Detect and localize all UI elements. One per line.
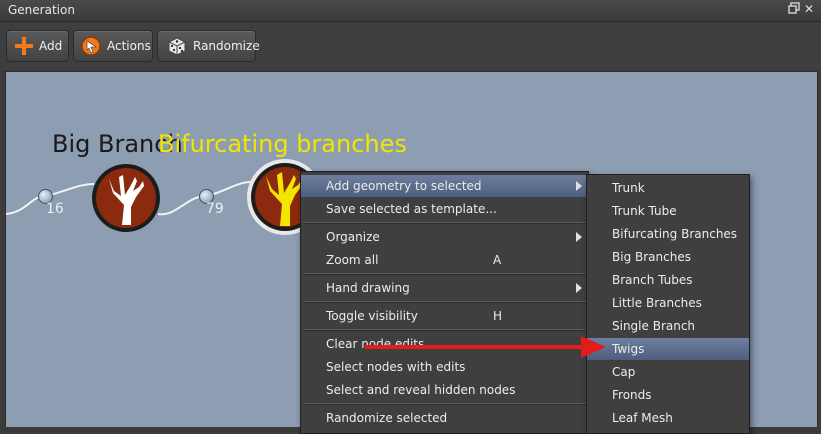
submenu-item-big-branches[interactable]: Big Branches [587, 246, 749, 268]
context-menu: Add geometry to selected Save selected a… [300, 171, 589, 434]
submenu-item-twigs[interactable]: Twigs [587, 338, 749, 360]
randomize-label: Randomize [193, 39, 260, 53]
actions-button[interactable]: Actions [73, 30, 153, 62]
menu-item-label: Organize [326, 230, 380, 244]
menu-item-organize[interactable]: Organize [301, 226, 588, 248]
submenu-arrow-icon [576, 283, 582, 293]
menu-item-label: Hand drawing [326, 281, 410, 295]
submenu-item-label: Bifurcating Branches [612, 227, 738, 241]
submenu-item-label: Single Branch [612, 319, 696, 333]
actions-icon [80, 35, 102, 57]
submenu-item-trunk-tube[interactable]: Trunk Tube [587, 200, 749, 222]
submenu-arrow-icon [576, 181, 582, 191]
menu-separator [303, 329, 586, 331]
menu-item-randomize-selected[interactable]: Randomize selected [301, 407, 588, 429]
submenu-item-label: Twigs [612, 342, 645, 356]
menu-item-clear-node-edits[interactable]: Clear node edits [301, 333, 588, 355]
geometry-submenu: Trunk Trunk Tube Bifurcating Branches Bi… [586, 174, 750, 434]
menu-item-select-reveal-hidden[interactable]: Select and reveal hidden nodes [301, 379, 588, 401]
menu-item-label: Randomize selected [326, 411, 448, 425]
submenu-item-little-branches[interactable]: Little Branches [587, 292, 749, 314]
node-seed-number: 16 [46, 201, 64, 217]
menu-item-label: Clear node edits [326, 337, 425, 351]
panel-title: Generation [8, 3, 75, 17]
submenu-item-leaf-mesh[interactable]: Leaf Mesh [587, 407, 749, 429]
menu-separator [303, 301, 586, 303]
plus-icon [13, 35, 35, 57]
submenu-item-single-branch[interactable]: Single Branch [587, 315, 749, 337]
menu-item-label: Toggle visibility [326, 309, 418, 323]
menu-item-label: Add geometry to selected [326, 179, 482, 193]
submenu-arrow-icon [576, 232, 582, 242]
menu-item-label: Select and reveal hidden nodes [326, 383, 516, 397]
dice-icon [166, 35, 188, 57]
toolbar: Add Actions Randomize [0, 22, 821, 70]
submenu-item-branch-tubes[interactable]: Branch Tubes [587, 269, 749, 291]
menu-item-shortcut: H [493, 309, 503, 323]
panel-title-bar: Generation ✕ [0, 0, 821, 22]
submenu-item-label: Fronds [612, 388, 652, 402]
menu-item-toggle-visibility[interactable]: Toggle visibility H [301, 305, 588, 327]
submenu-item-label: Little Branches [612, 296, 702, 310]
menu-item-label: Zoom all [326, 253, 379, 267]
add-label: Add [39, 39, 63, 53]
big-branch-node[interactable] [91, 163, 161, 233]
submenu-item-label: Trunk Tube [612, 204, 677, 218]
menu-item-save-template[interactable]: Save selected as template... [301, 198, 588, 220]
submenu-item-fronds[interactable]: Fronds [587, 384, 749, 406]
submenu-item-cap[interactable]: Cap [587, 361, 749, 383]
menu-item-select-nodes-with-edits[interactable]: Select nodes with edits [301, 356, 588, 378]
submenu-item-label: Branch Tubes [612, 273, 693, 287]
menu-item-zoom-all[interactable]: Zoom all A [301, 249, 588, 271]
close-icon[interactable]: ✕ [802, 2, 816, 16]
submenu-item-label: Cap [612, 365, 636, 379]
menu-separator [303, 403, 586, 405]
menu-item-add-geometry[interactable]: Add geometry to selected [301, 175, 588, 197]
menu-item-shortcut: A [493, 253, 502, 267]
submenu-item-bifurcating-branches[interactable]: Bifurcating Branches [587, 223, 749, 245]
add-button[interactable]: Add [6, 30, 69, 62]
submenu-item-label: Leaf Mesh [612, 411, 673, 425]
submenu-item-trunk[interactable]: Trunk [587, 177, 749, 199]
menu-item-hand-drawing[interactable]: Hand drawing [301, 277, 588, 299]
node-seed-number: 79 [206, 201, 224, 217]
submenu-item-label: Big Branches [612, 250, 691, 264]
menu-item-label: Save selected as template... [326, 202, 497, 216]
menu-separator [303, 222, 586, 224]
menu-item-label: Select nodes with edits [326, 360, 466, 374]
submenu-item-label: Trunk [612, 181, 645, 195]
randomize-button[interactable]: Randomize [157, 30, 260, 62]
node-title-bifurcating-branches: Bifurcating branches [158, 130, 407, 158]
actions-label: Actions [107, 39, 151, 53]
restore-icon[interactable] [787, 2, 801, 16]
menu-separator [303, 273, 586, 275]
branch-icon [92, 164, 160, 232]
